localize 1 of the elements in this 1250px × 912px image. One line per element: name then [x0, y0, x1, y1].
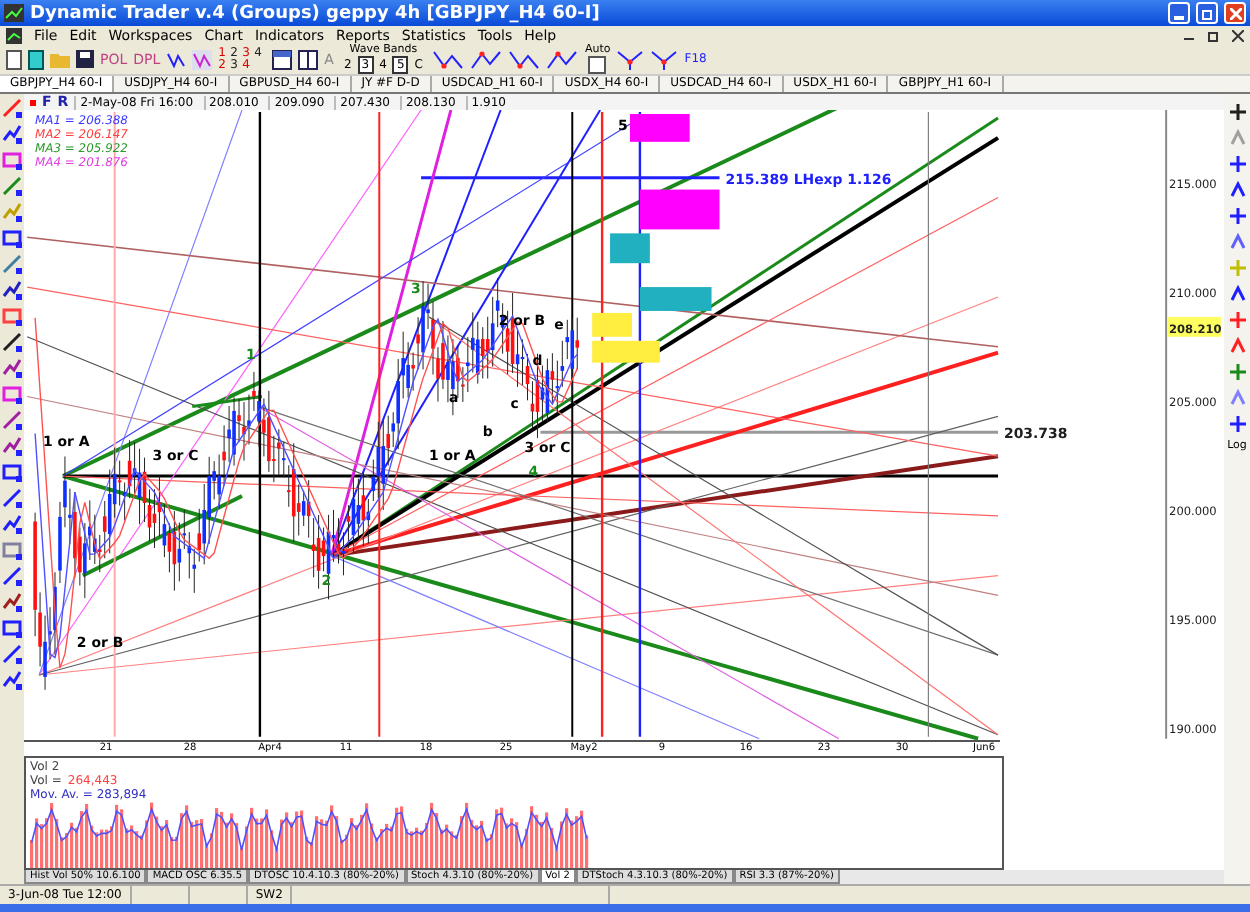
window-title: Dynamic Trader v.4 (Groups) geppy 4h [GBPJPY_H4 60-I]	[30, 3, 600, 23]
